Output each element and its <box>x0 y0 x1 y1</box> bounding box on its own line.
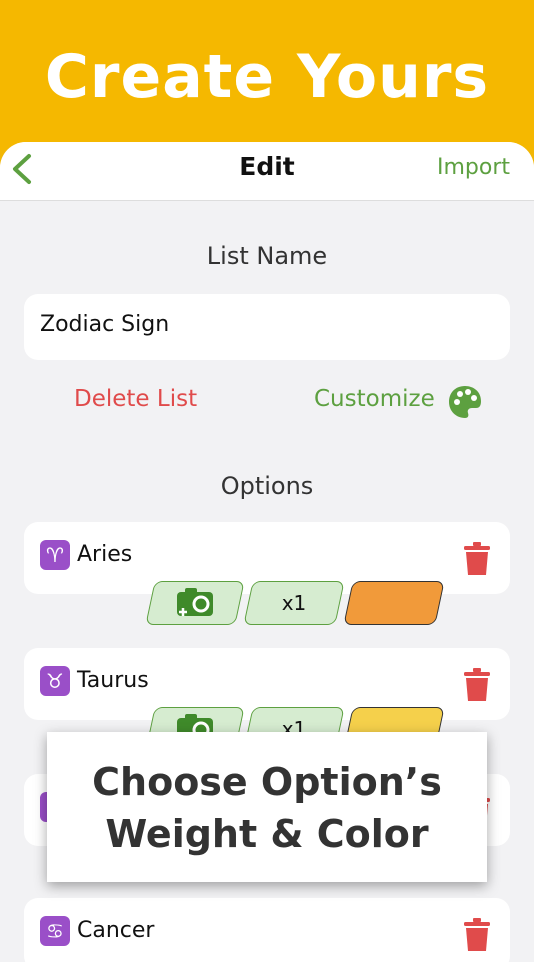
add-photo-icon <box>177 588 213 616</box>
promo-banner: Create Yours <box>0 0 534 150</box>
banner-title: Create Yours <box>44 42 490 112</box>
trash-icon[interactable] <box>464 918 490 952</box>
import-button[interactable]: Import <box>437 155 510 180</box>
navigation-bar: Edit Import <box>0 142 534 201</box>
option-item-cancer[interactable]: ♋ Cancer <box>24 898 510 962</box>
palette-icon[interactable] <box>447 384 483 420</box>
list-name-field[interactable]: Zodiac Sign <box>24 294 510 360</box>
add-photo-button[interactable] <box>145 581 245 625</box>
weight-button[interactable]: x1 <box>243 581 345 625</box>
option-label[interactable]: Cancer <box>77 918 154 943</box>
list-name-label: List Name <box>206 242 328 270</box>
caption-line-2: Weight & Color <box>105 812 429 856</box>
feature-caption: Choose Option’s Weight & Color <box>47 732 487 882</box>
caption-line-1: Choose Option’s <box>92 760 442 804</box>
option-label[interactable]: Aries <box>77 542 132 567</box>
customize-button[interactable]: Customize <box>314 386 435 412</box>
list-name-value[interactable]: Zodiac Sign <box>40 312 169 337</box>
option-label[interactable]: Taurus <box>77 668 149 693</box>
weight-value: x1 <box>281 591 307 615</box>
cancer-icon: ♋ <box>40 916 70 946</box>
chevron-left-icon[interactable] <box>10 152 34 186</box>
taurus-icon: ♉ <box>40 666 70 696</box>
color-swatch-button[interactable] <box>343 581 445 625</box>
trash-icon[interactable] <box>464 668 490 702</box>
delete-list-button[interactable]: Delete List <box>74 386 197 412</box>
trash-icon[interactable] <box>464 542 490 576</box>
options-label: Options <box>220 472 314 500</box>
aries-icon: ♈ <box>40 540 70 570</box>
